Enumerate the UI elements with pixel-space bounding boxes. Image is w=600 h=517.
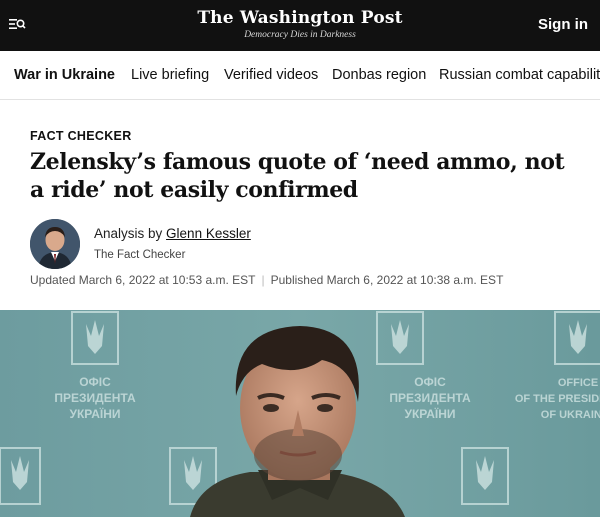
byline: Analysis by Glenn Kessler — [94, 226, 251, 241]
column-name[interactable]: The Fact Checker — [94, 249, 185, 261]
backdrop-text-2b: ПРЕЗИДЕНТА — [389, 391, 471, 405]
backdrop-text-2c: УКРАЇНИ — [404, 406, 455, 421]
backdrop-text-3c: OF UKRAINE — [541, 409, 600, 421]
backdrop-text-2a: ОФІС — [414, 375, 446, 389]
updated-date: Updated March 6, 2022 at 10:53 a.m. EST — [30, 273, 256, 287]
masthead[interactable]: The Washington Post Democracy Dies in Da… — [0, 8, 600, 41]
nav-item-war-in-ukraine[interactable]: War in Ukraine — [14, 67, 115, 83]
nav-item-donbas-region[interactable]: Donbas region — [332, 67, 426, 83]
section-nav: War in Ukraine Live briefing Verified vi… — [0, 51, 600, 100]
author-link[interactable]: Glenn Kessler — [166, 226, 251, 241]
published-date: Published March 6, 2022 at 10:38 a.m. ES… — [270, 273, 504, 287]
date-separator: | — [261, 273, 265, 287]
photo-illustration: ОФІС ПРЕЗИДЕНТА УКРАЇНИ ОФІС ПРЕЗИДЕНТА … — [0, 310, 600, 517]
nav-item-russian-combat-capabilities[interactable]: Russian combat capabilities — [439, 67, 600, 83]
site-tagline: Democracy Dies in Darkness — [244, 30, 356, 40]
article-headline: Zelensky’s famous quote of ‘need ammo, n… — [30, 149, 565, 203]
kicker-label[interactable]: FACT CHECKER — [30, 129, 132, 143]
nav-item-verified-videos[interactable]: Verified videos — [224, 67, 318, 83]
author-avatar[interactable] — [30, 219, 80, 269]
nav-item-live-briefing[interactable]: Live briefing — [131, 67, 209, 83]
backdrop-text-1a: ОФІС — [79, 375, 111, 389]
backdrop-text-1b: ПРЕЗИДЕНТА — [54, 391, 136, 405]
article-dates: Updated March 6, 2022 at 10:53 a.m. EST |… — [30, 273, 503, 287]
backdrop-text-1c: УКРАЇНИ — [69, 406, 120, 421]
lead-photo[interactable]: ОФІС ПРЕЗИДЕНТА УКРАЇНИ ОФІС ПРЕЗИДЕНТА … — [0, 310, 600, 517]
backdrop-text-3b: OF THE PRESIDENT — [515, 393, 600, 405]
top-bar: The Washington Post Democracy Dies in Da… — [0, 0, 600, 51]
backdrop-text-3a: OFFICE — [558, 377, 598, 389]
site-logo[interactable]: The Washington Post — [0, 8, 600, 28]
sign-in-button[interactable]: Sign in — [538, 16, 588, 33]
byline-prefix: Analysis by — [94, 226, 163, 241]
